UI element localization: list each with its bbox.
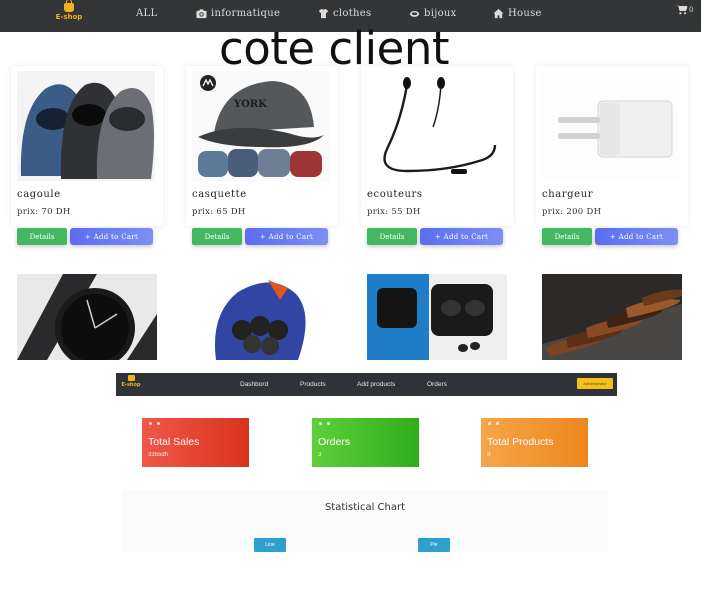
product-name: cagoule bbox=[17, 189, 61, 200]
product-price: prix: 70 DH bbox=[17, 207, 71, 217]
shop-logo-text: E-shop bbox=[55, 13, 83, 21]
cart-button[interactable]: 0 bbox=[676, 4, 693, 15]
shopping-bag-icon bbox=[64, 0, 74, 12]
product-price: prix: 200 DH bbox=[542, 207, 602, 217]
product-name: casquette bbox=[192, 189, 247, 200]
product-card: cagoule prix: 70 DH bbox=[11, 66, 163, 226]
add-to-cart-button[interactable]: + Add to Cart bbox=[245, 228, 328, 245]
chart-title: Statistical Chart bbox=[324, 502, 406, 513]
product-name: chargeur bbox=[542, 189, 594, 200]
window-dots bbox=[149, 422, 160, 425]
ring-icon bbox=[409, 10, 420, 17]
stat-card-orders: Orders 3 bbox=[312, 418, 419, 467]
line-chart-button[interactable]: Line bbox=[254, 538, 286, 552]
nav-bijoux[interactable]: bijoux bbox=[409, 6, 457, 20]
shop-logo[interactable]: E-shop bbox=[54, 0, 84, 25]
product-card: ecouteurs prix: 55 DH bbox=[361, 66, 513, 226]
nav-clothes-label: clothes bbox=[333, 7, 372, 19]
details-button[interactable]: Details bbox=[192, 228, 242, 245]
cart-icon bbox=[676, 5, 688, 15]
stat-label: Total Products bbox=[487, 436, 554, 448]
product-image-chargeur[interactable] bbox=[542, 71, 680, 181]
add-to-cart-button[interactable]: + Add to Cart bbox=[595, 228, 678, 245]
stat-value: 3 bbox=[318, 452, 322, 458]
pie-chart-button[interactable]: Pie bbox=[418, 538, 450, 552]
product-price: prix: 65 DH bbox=[192, 207, 246, 217]
product-name: ecouteurs bbox=[367, 189, 423, 200]
stat-value: 3355dh bbox=[148, 452, 169, 458]
nav-all[interactable]: ALL bbox=[136, 6, 157, 20]
stat-card-total-products: Total Products 8 bbox=[481, 418, 588, 467]
product-image-motorcycle-glove[interactable] bbox=[192, 274, 332, 360]
statistical-chart-panel: Statistical Chart Line Pie bbox=[122, 490, 608, 552]
details-button[interactable]: Details bbox=[367, 228, 417, 245]
product-price: prix: 55 DH bbox=[367, 207, 421, 217]
product-image-casquette[interactable]: YORK bbox=[192, 71, 330, 181]
product-image-ecouteurs[interactable] bbox=[367, 71, 505, 181]
stat-label: Total Sales bbox=[148, 436, 200, 448]
tshirt-icon bbox=[318, 8, 329, 18]
window-dots bbox=[319, 422, 330, 425]
stat-card-total-sales: Total Sales 3355dh bbox=[142, 418, 249, 467]
product-card: YORK casquette prix: 65 DH bbox=[186, 66, 338, 226]
admin-action-button[interactable]: Administrator bbox=[577, 378, 613, 389]
admin-logo-text: E-shop bbox=[121, 382, 141, 388]
admin-link-products[interactable]: Products bbox=[300, 381, 326, 388]
cart-count: 0 bbox=[689, 5, 694, 14]
svg-text:YORK: YORK bbox=[233, 99, 267, 110]
product-image-leather-shoes[interactable] bbox=[542, 274, 682, 360]
admin-link-add-products[interactable]: Add products bbox=[357, 381, 395, 388]
product-image-wireless-earbuds[interactable] bbox=[367, 274, 507, 360]
admin-navbar: E-shop Dashbord Products Add products Or… bbox=[116, 373, 617, 396]
admin-logo[interactable]: E-shop bbox=[119, 374, 143, 389]
nav-bijoux-label: bijoux bbox=[424, 7, 457, 19]
admin-link-orders[interactable]: Orders bbox=[427, 381, 447, 388]
nav-informatique-label: informatique bbox=[211, 7, 281, 19]
nav-house[interactable]: House bbox=[493, 6, 542, 20]
nav-informatique[interactable]: informatique bbox=[196, 6, 280, 20]
product-image-watch[interactable] bbox=[17, 274, 157, 360]
nav-house-label: House bbox=[508, 7, 542, 19]
details-button[interactable]: Details bbox=[542, 228, 592, 245]
product-card: chargeur prix: 200 DH bbox=[536, 66, 688, 226]
stat-value: 8 bbox=[487, 452, 491, 458]
home-icon bbox=[493, 8, 504, 18]
nav-clothes[interactable]: clothes bbox=[318, 6, 371, 20]
add-to-cart-button[interactable]: + Add to Cart bbox=[420, 228, 503, 245]
product-image-cagoule[interactable] bbox=[17, 71, 155, 181]
camera-icon bbox=[196, 8, 207, 18]
admin-link-dashbord[interactable]: Dashbord bbox=[240, 381, 268, 388]
stat-label: Orders bbox=[318, 436, 351, 448]
details-button[interactable]: Details bbox=[17, 228, 67, 245]
add-to-cart-button[interactable]: + Add to Cart bbox=[70, 228, 153, 245]
window-dots bbox=[488, 422, 499, 425]
nav-all-label: ALL bbox=[136, 7, 158, 19]
